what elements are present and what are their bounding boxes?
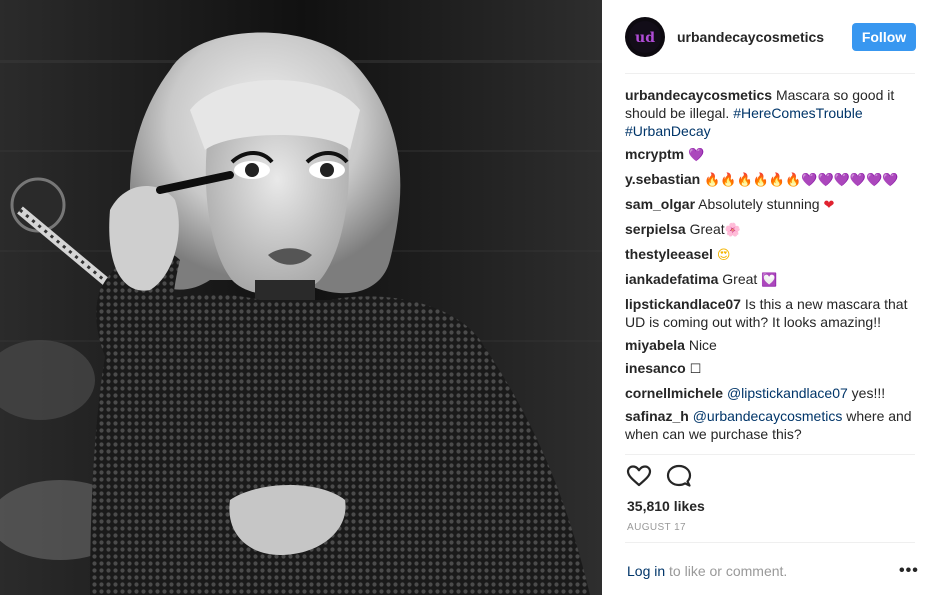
flame-icon: 🔥: [752, 173, 769, 188]
login-link[interactable]: Log in: [627, 563, 665, 579]
mention-link[interactable]: @urbandecaycosmetics: [693, 408, 843, 424]
post-date[interactable]: AUGUST 17: [627, 522, 686, 533]
follow-button[interactable]: Follow: [852, 23, 916, 51]
comment-username[interactable]: cornellmichele: [625, 385, 723, 401]
comment-username[interactable]: inesanco: [625, 360, 686, 376]
likes-count[interactable]: 35,810 likes: [627, 498, 705, 514]
missing-glyph-icon: ☐: [689, 362, 702, 377]
ellipsis-icon[interactable]: •••: [899, 562, 919, 580]
comment-username[interactable]: iankadefatima: [625, 271, 718, 287]
avatar[interactable]: ud: [625, 17, 665, 57]
comment-username[interactable]: miyabela: [625, 337, 685, 353]
list-item: inesanco ☐: [625, 359, 917, 379]
instagram-post: ud urbandecaycosmetics Follow urbandecay…: [0, 0, 936, 595]
header-username[interactable]: urbandecaycosmetics: [677, 29, 824, 45]
purple-heart-icon: 💜: [866, 173, 883, 188]
comment-username[interactable]: thestyleeasel: [625, 246, 713, 262]
comment-text: yes!!!: [851, 385, 886, 401]
login-prompt: Log in to like or comment.: [627, 563, 787, 579]
speech-bubble-icon[interactable]: [666, 463, 692, 489]
post-photo[interactable]: [0, 0, 602, 595]
comment-username[interactable]: y.sebastian: [625, 171, 700, 187]
list-item: safinaz_h @urbandecaycosmetics where and…: [625, 407, 917, 443]
comment-text: Great: [689, 221, 725, 237]
action-bar: [626, 463, 692, 489]
login-prompt-text: to like or comment.: [669, 563, 788, 579]
purple-heart-icon: 💜: [801, 173, 818, 188]
flame-icon: 🔥: [785, 173, 802, 188]
flame-icon: 🔥: [768, 173, 786, 188]
comment-username[interactable]: lipstickandlace07: [625, 296, 741, 312]
comment-username[interactable]: safinaz_h: [625, 408, 689, 424]
list-item: miyabela Nice: [625, 336, 917, 354]
purple-heart-icon: 💜: [833, 173, 850, 188]
mention-link[interactable]: @lipstickandlace07: [727, 385, 848, 401]
purple-heart-icon: 💜: [688, 148, 705, 163]
flame-icon: 🔥: [704, 173, 721, 188]
divider: [625, 454, 915, 455]
comment-text: Nice: [688, 337, 717, 353]
comment-username[interactable]: sam_olgar: [625, 196, 695, 212]
comment-text: Great: [722, 271, 758, 287]
list-item: thestyleeasel 😍: [625, 245, 917, 265]
photo-image: [0, 0, 602, 595]
list-item: lipstickandlace07 Is this a new mascara …: [625, 295, 917, 331]
comments-list[interactable]: urbandecaycosmetics Mascara so good it s…: [625, 86, 917, 454]
purple-heart-icon: 💜: [849, 173, 866, 188]
heart-outline-icon[interactable]: [626, 463, 652, 489]
post-header: ud urbandecaycosmetics Follow: [602, 0, 936, 74]
flame-icon: 🔥: [720, 173, 737, 188]
hashtag-link[interactable]: #HereComesTrouble: [733, 105, 862, 121]
purple-heart-icon: 💜: [882, 173, 899, 188]
list-item: serpielsa Great🌸: [625, 220, 917, 240]
heart-eyes-icon: 😍: [716, 248, 731, 263]
purple-heart-icon: 💜: [817, 173, 834, 188]
list-item: cornellmichele @lipstickandlace07 yes!!!: [625, 384, 917, 402]
brand-logo-icon: ud: [629, 21, 661, 53]
divider: [625, 542, 915, 543]
list-item: sam_olgar Absolutely stunning ❤: [625, 195, 917, 215]
comment-username[interactable]: mcryptm: [625, 146, 684, 162]
red-heart-icon: ❤: [823, 198, 835, 213]
list-item: iankadefatima Great 💟: [625, 270, 917, 290]
svg-text:ud: ud: [635, 30, 655, 46]
blossom-icon: 🌸: [724, 223, 741, 238]
hashtag-link[interactable]: #UrbanDecay: [625, 123, 711, 139]
comment-username[interactable]: serpielsa: [625, 221, 686, 237]
heart-decoration-icon: 💟: [761, 273, 778, 288]
list-item: mcryptm 💜: [625, 145, 917, 165]
post-side-panel: ud urbandecaycosmetics Follow urbandecay…: [602, 0, 936, 595]
caption-username[interactable]: urbandecaycosmetics: [625, 87, 772, 103]
caption: urbandecaycosmetics Mascara so good it s…: [625, 86, 917, 140]
comment-text: Absolutely stunning: [698, 196, 820, 212]
flame-icon: 🔥: [736, 173, 753, 188]
list-item: y.sebastian 🔥🔥🔥🔥🔥🔥💜💜💜💜💜💜: [625, 170, 917, 190]
